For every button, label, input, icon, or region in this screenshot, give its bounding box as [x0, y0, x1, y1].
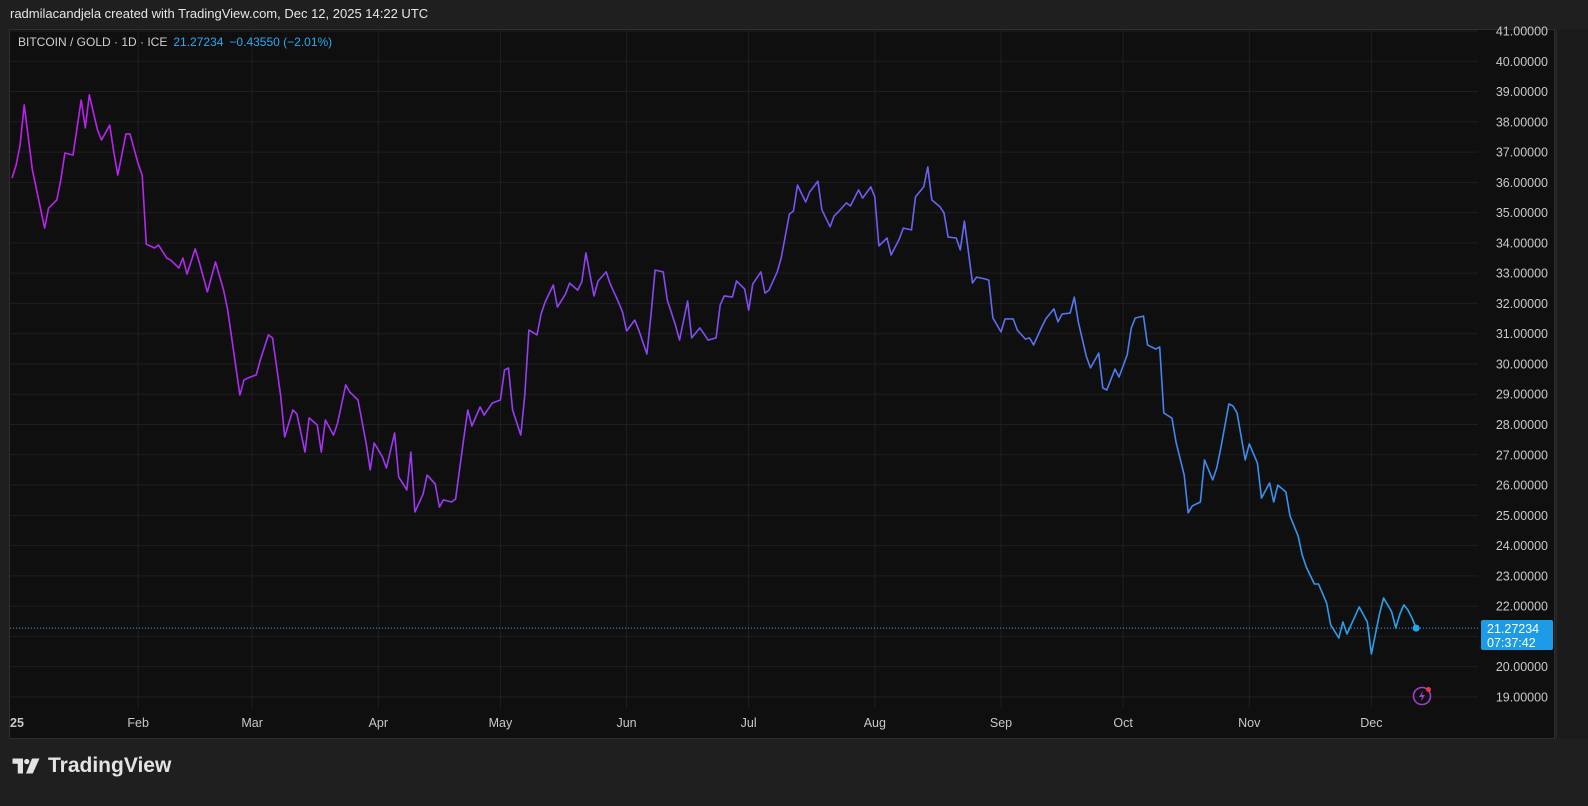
y-tick-label: 20.00000 [1496, 660, 1548, 674]
last-price-dot [1412, 624, 1420, 632]
brand-name: TradingView [48, 754, 172, 777]
y-tick-label: 28.00000 [1496, 418, 1548, 432]
x-tick-label: 25 [10, 716, 24, 730]
x-tick-label: Mar [241, 716, 263, 730]
x-tick-label: Sep [990, 716, 1012, 730]
last-price: 21.27234 [173, 35, 224, 49]
y-tick-label: 19.00000 [1496, 690, 1548, 704]
series-line-bitcoin-gold [11, 94, 1417, 655]
x-tick-label: Aug [864, 716, 886, 730]
tradingview-logo[interactable]: TradingView [12, 754, 171, 778]
y-tick-label: 29.00000 [1496, 388, 1548, 402]
price-tag-value: 21.27234 [1487, 622, 1540, 636]
price-chart[interactable]: 41.00000 40.00000 39.00000 38.00000 37.00000… [0, 0, 1588, 806]
y-tick-label: 22.00000 [1496, 600, 1548, 614]
x-tick-label: May [489, 716, 513, 730]
x-tick-label: Dec [1360, 716, 1382, 730]
price-axis[interactable]: 41.00000 40.00000 39.00000 38.00000 37.00000… [1496, 25, 1548, 705]
time-axis[interactable]: 25 Feb Mar Apr May Jun Jul Aug Sep Oct Nov Dec [10, 716, 1382, 730]
y-tick-label: 25.00000 [1496, 509, 1548, 523]
y-tick-label: 34.00000 [1496, 236, 1548, 250]
y-tick-label: 32.00000 [1496, 297, 1548, 311]
x-tick-label: Oct [1113, 716, 1133, 730]
y-tick-label: 38.00000 [1496, 115, 1548, 129]
tradingview-logo-icon [12, 758, 40, 774]
y-tick-label: 35.00000 [1496, 206, 1548, 220]
x-tick-label: Jun [616, 716, 636, 730]
y-tick-label: 26.00000 [1496, 479, 1548, 493]
price-tag-countdown: 07:37:42 [1487, 636, 1536, 650]
x-tick-label: Apr [369, 716, 388, 730]
x-tick-label: Jul [741, 716, 757, 730]
last-price-tag: 21.27234 07:37:42 [1481, 620, 1553, 650]
y-tick-label: 30.00000 [1496, 357, 1548, 371]
x-tick-label: Feb [127, 716, 149, 730]
y-tick-label: 40.00000 [1496, 55, 1548, 69]
symbol-name: BITCOIN / GOLD · 1D · ICE [18, 35, 168, 49]
grid-lines [10, 30, 1478, 708]
y-tick-label: 39.00000 [1496, 85, 1548, 99]
y-tick-label: 31.00000 [1496, 327, 1548, 341]
x-tick-label: Nov [1238, 716, 1261, 730]
y-tick-label: 27.00000 [1496, 448, 1548, 462]
y-tick-label: 33.00000 [1496, 267, 1548, 281]
y-tick-label: 36.00000 [1496, 176, 1548, 190]
y-tick-label: 41.00000 [1496, 25, 1548, 39]
price-change: −0.43550 (−2.01%) [229, 35, 333, 49]
lightning-bolt-icon[interactable] [1412, 686, 1432, 706]
y-tick-label: 23.00000 [1496, 569, 1548, 583]
y-tick-label: 37.00000 [1496, 146, 1548, 160]
symbol-legend[interactable]: BITCOIN / GOLD · 1D · ICE 21.27234 −0.4355… [18, 35, 332, 49]
y-tick-label: 24.00000 [1496, 539, 1548, 553]
